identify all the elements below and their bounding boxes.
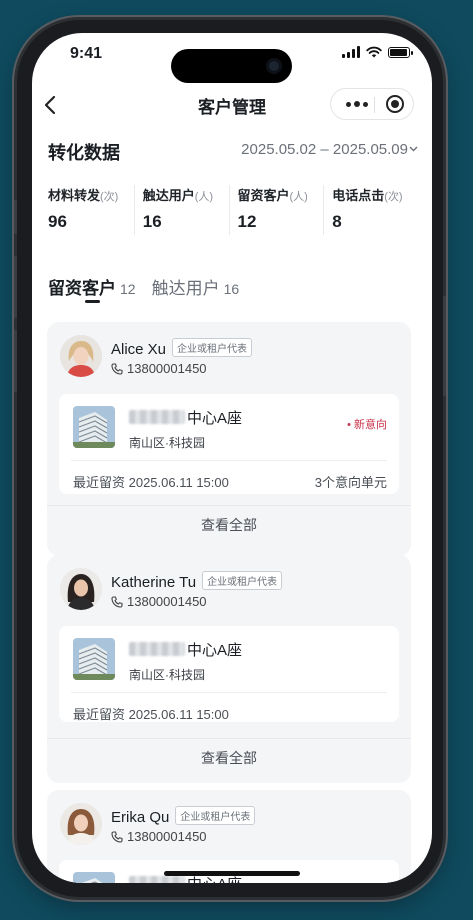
- active-tab-indicator: [85, 300, 100, 303]
- navigation-bar: 客户管理: [32, 85, 432, 125]
- building-thumbnail: [73, 638, 115, 680]
- stat-leads: 留资客户(人) 12: [228, 185, 324, 235]
- mute-switch: [14, 200, 17, 234]
- blurred-property-name: [129, 876, 185, 883]
- divider: [71, 460, 387, 461]
- customer-type-badge: 企业或租户代表: [175, 806, 256, 825]
- volume-down-button: [14, 330, 17, 392]
- last-lead-time: 最近留资 2025.06.11 15:00: [73, 707, 229, 722]
- conversion-title: 转化数据: [48, 143, 120, 163]
- blurred-property-name: [129, 410, 185, 424]
- customer-name: Alice Xu: [111, 341, 167, 358]
- battery-icon: [388, 46, 413, 58]
- building-thumbnail: [73, 872, 115, 883]
- property-area: 南山区·科技园: [129, 436, 205, 450]
- property-area: 南山区·科技园: [129, 668, 205, 682]
- close-mini-program-button[interactable]: [386, 95, 404, 113]
- view-all-button[interactable]: 查看全部: [47, 748, 411, 768]
- dynamic-island: [171, 49, 292, 83]
- phone-number: 13800001450: [127, 361, 207, 376]
- more-button[interactable]: [341, 89, 373, 119]
- avatar: [60, 803, 102, 845]
- phone-icon: [111, 596, 123, 608]
- customer-phone[interactable]: 13800001450: [111, 829, 207, 844]
- tab-reached-users[interactable]: 触达用户 16: [152, 274, 240, 299]
- stat-value: 96: [48, 212, 67, 231]
- phone-number: 13800001450: [127, 594, 207, 609]
- customer-phone[interactable]: 13800001450: [111, 594, 207, 609]
- stat-unit: (人): [194, 191, 214, 203]
- customer-name: Erika Qu: [111, 809, 170, 826]
- customer-type-badge: 企业或租户代表: [172, 338, 253, 357]
- stat-forwards: 材料转发(次) 96: [48, 185, 134, 235]
- divider: [47, 738, 411, 739]
- stat-value: 16: [142, 212, 162, 231]
- blurred-property-name: [129, 642, 185, 656]
- customer-card[interactable]: Katherine Tu 企业或租户代表 13800001450 中心A座 南山区…: [47, 555, 411, 783]
- stat-label: 触达用户: [142, 188, 195, 203]
- chevron-down-icon[interactable]: [409, 141, 418, 155]
- stat-label: 留资客户: [237, 188, 290, 203]
- avatar: [60, 568, 102, 610]
- intent-status-badge: 新意向: [347, 416, 387, 432]
- customer-name: Katherine Tu: [111, 574, 197, 591]
- phone-icon: [111, 363, 123, 375]
- tab-label: 触达用户: [151, 279, 220, 298]
- tab-leads[interactable]: 留资客户 12: [48, 274, 136, 299]
- stat-phone-clicks: 电话点击(次) 8: [323, 185, 418, 235]
- customer-tabs: 留资客户 12 触达用户 16: [48, 274, 239, 299]
- tab-count: 16: [223, 281, 240, 297]
- phone-number: 13800001450: [127, 829, 207, 844]
- stat-value: 8: [332, 212, 342, 231]
- property-name: 中心A座: [187, 642, 243, 659]
- property-card[interactable]: 中心A座 南山区·科技园 新意向 最近留资 2025.06.11 15:00 3…: [59, 394, 399, 494]
- date-range-selector[interactable]: 2025.05.02 – 2025.05.09: [241, 141, 408, 158]
- camera-icon: [266, 58, 282, 74]
- power-button: [443, 296, 446, 396]
- stat-value: 12: [237, 212, 257, 231]
- avatar: [60, 335, 102, 377]
- home-indicator[interactable]: [164, 871, 300, 876]
- customer-type-badge: 企业或租户代表: [202, 571, 283, 590]
- tab-count: 12: [120, 281, 136, 297]
- stat-reached-users: 触达用户(人) 16: [133, 185, 229, 235]
- capsule-divider: [374, 97, 375, 113]
- customer-phone[interactable]: 13800001450: [111, 361, 207, 376]
- volume-up-button: [14, 256, 17, 318]
- customer-card[interactable]: Alice Xu 企业或租户代表 13800001450 中心A座 南山区·科技园…: [47, 322, 411, 556]
- divider: [47, 505, 411, 506]
- building-thumbnail: [73, 406, 115, 448]
- tab-label: 留资客户: [48, 279, 116, 298]
- last-lead-time: 最近留资 2025.06.11 15:00: [73, 475, 229, 490]
- intended-units: 3个意向单元: [314, 475, 387, 490]
- screen: 9:41 客户管理 转化数据 2025.05.02 – 2025.05.09 材…: [32, 33, 432, 883]
- status-icons: [342, 46, 413, 58]
- stat-unit: (次): [384, 191, 403, 203]
- status-time: 9:41: [70, 45, 103, 62]
- stats-row: 材料转发(次) 96 触达用户(人) 16 留资客户(人) 12 电话点击(次)…: [48, 185, 418, 235]
- stat-label: 电话点击: [332, 188, 385, 203]
- mini-program-capsule: [330, 88, 414, 120]
- stat-label: 材料转发: [48, 188, 101, 203]
- property-card[interactable]: 中心A座 南山区·科技园 最近留资 2025.06.11 15:00: [59, 626, 399, 722]
- stat-unit: (人): [289, 191, 308, 203]
- phone-icon: [111, 831, 123, 843]
- divider: [71, 692, 387, 693]
- view-all-button[interactable]: 查看全部: [47, 515, 411, 535]
- property-name: 中心A座: [187, 410, 243, 427]
- cellular-signal-icon: [342, 46, 360, 58]
- stat-unit: (次): [100, 191, 119, 203]
- customer-card[interactable]: Erika Qu企业或租户代表 13800001450 中心A座: [47, 790, 411, 883]
- wifi-icon: [366, 46, 382, 58]
